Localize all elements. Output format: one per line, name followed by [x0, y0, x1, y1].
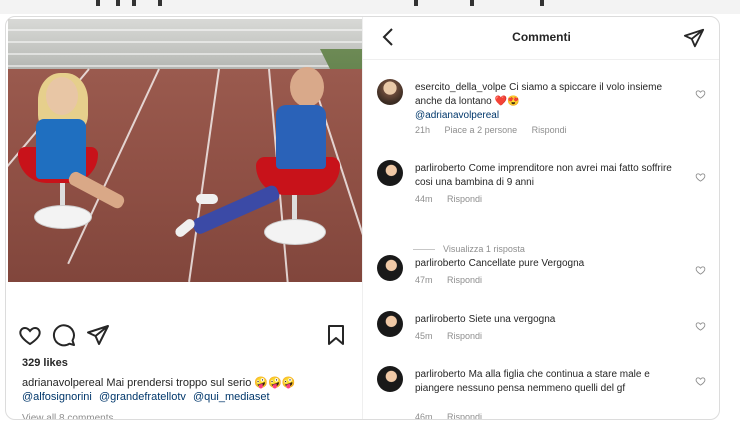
comment-username[interactable]: parliroberto	[415, 163, 466, 174]
tag-link[interactable]: @alfosignorini	[22, 391, 92, 403]
comment-time: 45m	[415, 331, 433, 341]
comment-likes[interactable]: Piace a 2 persone	[445, 125, 518, 135]
instagram-post-card: 329 likes adrianavolpereal Mai prendersi…	[5, 16, 720, 420]
man-blue-tank-top	[276, 105, 326, 169]
comment-meta: 47m Rispondi	[415, 275, 494, 285]
avatar[interactable]	[377, 311, 403, 337]
likes-count[interactable]: 329 likes	[22, 357, 68, 369]
comment-username[interactable]: esercito_della_volpe	[415, 82, 506, 93]
top-edge-mark	[116, 0, 120, 6]
view-replies-label[interactable]: Visualizza 1 risposta	[443, 244, 525, 254]
top-edge-strip	[0, 0, 740, 14]
tag-link[interactable]: @grandefratellotv	[99, 391, 186, 403]
post-actions	[18, 323, 348, 351]
comment-text-block: esercito_della_volpe Ci siamo a spiccare …	[415, 81, 687, 123]
post-caption: adrianavolpereal Mai prendersi troppo su…	[22, 376, 352, 391]
avatar[interactable]	[377, 366, 403, 392]
caption-username[interactable]: adrianavolpereal	[22, 377, 103, 389]
heart-icon[interactable]	[695, 376, 706, 386]
comment-time: 21h	[415, 125, 431, 135]
caption-text: Mai prendersi troppo sul serio	[106, 377, 252, 389]
post-photo[interactable]	[8, 19, 362, 282]
reply-button[interactable]: Rispondi	[532, 125, 567, 135]
caption-emojis: 🤪🤪🤪	[254, 377, 296, 389]
caption-tags: @alfosignorini @grandefratellotv @qui_me…	[22, 391, 274, 403]
comment-emojis: ❤️😍	[494, 96, 520, 107]
woman-blue-dress	[36, 119, 86, 179]
comment-time: 44m	[415, 194, 433, 204]
woman-face	[46, 77, 78, 115]
chair-base	[34, 205, 92, 229]
view-replies-link[interactable]: Visualizza 1 risposta	[413, 244, 525, 254]
top-edge-mark	[414, 0, 418, 6]
comment-meta: 44m Rispondi	[415, 194, 494, 204]
avatar[interactable]	[377, 160, 403, 186]
comment-meta: 21h Piace a 2 persone Rispondi	[415, 125, 579, 135]
send-icon[interactable]	[683, 27, 705, 49]
comment-meta: 45m Rispondi	[415, 331, 494, 341]
chair-base	[264, 219, 326, 245]
view-all-comments-link[interactable]: View all 8 comments	[22, 412, 114, 419]
reply-button[interactable]: Rispondi	[447, 275, 482, 285]
heart-icon[interactable]	[695, 265, 706, 275]
sneaker	[196, 194, 218, 204]
comments-panel: Commenti esercito_della_volpe Ci siamo a …	[362, 17, 719, 420]
heart-icon[interactable]	[18, 323, 42, 347]
bookmark-icon[interactable]	[324, 323, 348, 347]
top-edge-mark	[96, 0, 100, 6]
top-edge-mark	[132, 0, 136, 6]
comment-meta: 46m Rispondi	[415, 412, 494, 420]
avatar[interactable]	[377, 79, 403, 105]
top-edge-mark	[158, 0, 162, 6]
heart-icon[interactable]	[695, 89, 706, 99]
comment-username[interactable]: parliroberto	[415, 258, 466, 269]
comment-text-block: parliroberto Cancellate pure Vergogna	[415, 257, 687, 271]
avatar[interactable]	[377, 255, 403, 281]
comments-header: Commenti	[363, 17, 719, 60]
comment-mention[interactable]: @adrianavolpereal	[415, 110, 499, 121]
comment-text: Cancellate pure Vergogna	[468, 258, 585, 269]
reply-button[interactable]: Rispondi	[447, 331, 482, 341]
heart-icon[interactable]	[695, 172, 706, 182]
comment-username[interactable]: parliroberto	[415, 314, 466, 325]
reply-button[interactable]: Rispondi	[447, 194, 482, 204]
comment-time: 46m	[415, 412, 433, 420]
comment-text-block: parliroberto Ma alla figlia che continua …	[415, 368, 687, 396]
comment-text-block: parliroberto Come imprenditore non avrei …	[415, 162, 687, 190]
reply-button[interactable]: Rispondi	[447, 412, 482, 419]
divider	[413, 249, 435, 251]
top-edge-mark	[540, 0, 544, 6]
comment-username[interactable]: parliroberto	[415, 369, 466, 380]
comment-time: 47m	[415, 275, 433, 285]
comment-text-block: parliroberto Siete una vergogna	[415, 313, 687, 327]
man-face	[290, 67, 324, 107]
comments-title: Commenti	[512, 30, 571, 44]
comment-text: Siete una vergogna	[468, 314, 556, 325]
comment-icon[interactable]	[52, 323, 76, 347]
top-edge-mark	[470, 0, 474, 6]
send-icon[interactable]	[86, 323, 110, 347]
heart-icon[interactable]	[695, 321, 706, 331]
tag-link[interactable]: @qui_mediaset	[193, 391, 270, 403]
